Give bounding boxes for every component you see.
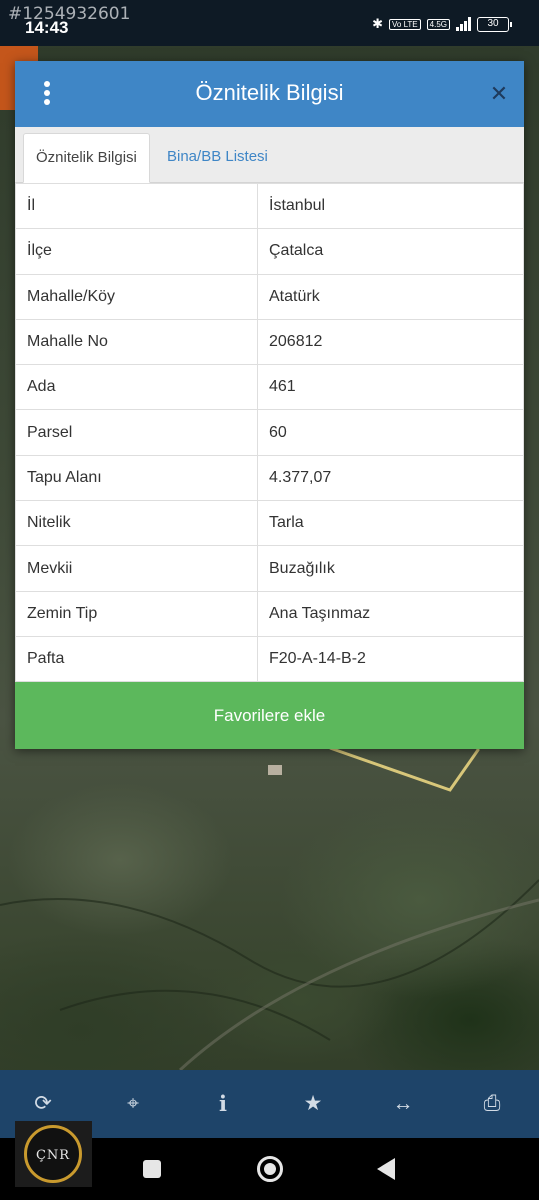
row-value: Tarla <box>257 500 524 547</box>
row-key: Mevkii <box>15 545 258 592</box>
home-button[interactable] <box>257 1156 283 1182</box>
row-value: 461 <box>257 364 524 411</box>
signal-icon <box>456 17 471 31</box>
table-row: Ada 461 <box>15 364 524 411</box>
row-value: 60 <box>257 409 524 456</box>
refresh-icon[interactable]: ⟳ <box>28 1090 58 1118</box>
star-icon[interactable]: ★ <box>298 1090 328 1118</box>
attribute-table: İl İstanbul İlçe Çatalca Mahalle/Köy Atatür… <box>15 182 524 683</box>
row-value: Çatalca <box>257 228 524 275</box>
row-key: Parsel <box>15 409 258 456</box>
recents-button[interactable] <box>143 1160 161 1178</box>
print-icon[interactable]: ⎙ <box>477 1090 507 1118</box>
table-row: İl İstanbul <box>15 182 524 230</box>
row-key: Ada <box>15 364 258 411</box>
row-key: İl <box>15 182 258 230</box>
network-type-icon: 4.5G <box>426 18 450 30</box>
row-key: Nitelik <box>15 500 258 547</box>
row-key: Mahalle No <box>15 318 258 366</box>
attribute-info-dialog: Öznitelik Bilgisi ✕ Öznitelik Bilgisi Bi… <box>15 61 524 749</box>
field-boundary <box>0 879 539 988</box>
field-boundary <box>59 989 331 1041</box>
tab-building-list[interactable]: Bina/BB Listesi <box>155 133 280 183</box>
row-value: 206812 <box>257 318 524 366</box>
row-key: Mahalle/Köy <box>15 273 258 320</box>
row-value: Atatürk <box>257 273 524 320</box>
row-value: İstanbul <box>257 182 524 230</box>
table-row: İlçe Çatalca <box>15 228 524 275</box>
row-value: 4.377,07 <box>257 454 524 502</box>
dialog-title: Öznitelik Bilgisi <box>195 80 344 105</box>
row-key: Zemin Tip <box>15 590 258 637</box>
bluetooth-icon: ✱ <box>372 16 383 31</box>
table-row: Parsel 60 <box>15 409 524 456</box>
table-row: Pafta F20-A-14-B-2 <box>15 635 524 683</box>
row-value: F20-A-14-B-2 <box>257 635 524 683</box>
table-row: Mevkii Buzağılık <box>15 545 524 592</box>
tabs-bar: Öznitelik Bilgisi Bina/BB Listesi <box>15 127 524 183</box>
agency-logo: ÇNR <box>15 1121 92 1187</box>
volte-icon: Vo LTE <box>389 18 421 30</box>
table-row: Mahalle No 206812 <box>15 318 524 366</box>
row-value: Ana Taşınmaz <box>257 590 524 637</box>
row-key: Pafta <box>15 635 258 683</box>
clock: 14:43 <box>25 18 69 37</box>
close-icon[interactable]: ✕ <box>488 81 510 107</box>
logo-ring: ÇNR <box>24 1125 82 1183</box>
table-row: Nitelik Tarla <box>15 500 524 547</box>
locate-icon[interactable]: ⌖ <box>118 1090 148 1118</box>
row-key: İlçe <box>15 228 258 275</box>
table-row: Tapu Alanı 4.377,07 <box>15 454 524 502</box>
status-icons: ✱ Vo LTE 4.5G 30 <box>372 16 512 32</box>
measure-icon[interactable]: ↔ <box>388 1090 418 1118</box>
logo-text: ÇNR <box>35 1148 71 1163</box>
tab-attribute-info[interactable]: Öznitelik Bilgisi <box>23 133 150 183</box>
building <box>268 765 282 775</box>
table-row: Mahalle/Köy Atatürk <box>15 273 524 320</box>
dialog-header: Öznitelik Bilgisi ✕ <box>15 61 524 127</box>
row-key: Tapu Alanı <box>15 454 258 502</box>
row-value: Buzağılık <box>257 545 524 592</box>
battery-icon: 30 <box>477 16 512 32</box>
table-row: Zemin Tip Ana Taşınmaz <box>15 590 524 637</box>
back-button[interactable] <box>377 1158 395 1180</box>
status-bar: #1254932601 14:43 ✱ Vo LTE 4.5G 30 <box>0 0 539 46</box>
add-to-favorites-button[interactable]: Favorilere ekle <box>15 682 524 749</box>
info-icon[interactable]: i <box>208 1090 238 1118</box>
